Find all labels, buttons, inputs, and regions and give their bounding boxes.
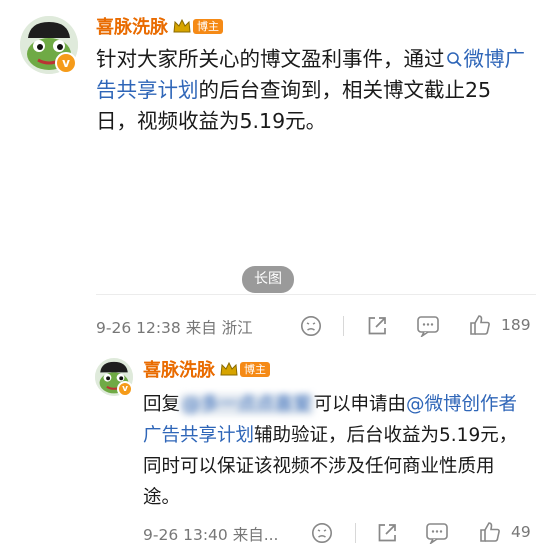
bozhu-badge: 博主 (240, 361, 270, 377)
reply-body: 回复 @多一点点喜爱 可以申请由@微博创作者广告共享计划辅助验证，后台收益为5.19… (143, 394, 518, 508)
action-separator (355, 523, 356, 543)
post-author-name[interactable]: 喜脉洗脉 (96, 13, 168, 39)
post-divider (96, 294, 536, 295)
reply-mention-blurred[interactable]: @多一点点喜爱 (180, 394, 314, 415)
like-count: 49 (511, 523, 531, 541)
reply-meta: 9-26 13:40 来自... (143, 526, 279, 544)
share-icon[interactable] (376, 522, 398, 544)
like-thumb-icon (480, 522, 500, 542)
post-body: 针对大家所关心的博文盈利事件，通过 微博广告共享计划的后台查询到，相关博文截止25… (96, 47, 525, 133)
like-button[interactable]: 49 (478, 520, 531, 544)
bozhu-badge: 博主 (193, 18, 223, 34)
comment-icon[interactable] (416, 315, 440, 337)
reply-author-row: 喜脉洗脉 博主 (143, 356, 270, 382)
reply-author-name[interactable]: 喜脉洗脉 (143, 356, 215, 382)
like-button[interactable]: 189 (468, 313, 531, 337)
long-image-button[interactable]: 长图 (242, 266, 294, 293)
like-count: 189 (501, 316, 531, 334)
post-meta: 9-26 12:38 来自 浙江 (96, 319, 253, 337)
post-author-row: 喜脉洗脉 博主 (96, 13, 223, 39)
comment-icon[interactable] (425, 522, 449, 544)
like-thumb-icon (470, 315, 490, 335)
crown-level-icon (220, 361, 238, 376)
action-separator (343, 316, 344, 336)
verified-v-icon: v (117, 381, 133, 397)
search-icon (446, 52, 462, 67)
emoji-face-icon[interactable] (300, 315, 322, 337)
emoji-face-icon[interactable] (311, 522, 333, 544)
crown-level-icon (173, 18, 191, 33)
share-icon[interactable] (366, 315, 388, 337)
verified-v-icon: v (55, 52, 77, 74)
